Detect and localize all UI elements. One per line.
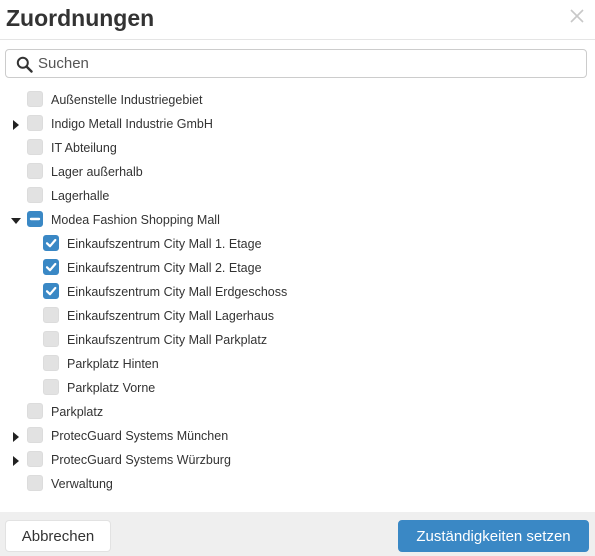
tree-item-label: ProtecGuard Systems Würzburg [51,453,231,467]
assignments-dialog: Zuordnungen Außenstelle Industriegebiet I… [0,0,595,556]
tree-item-label: Außenstelle Industriegebiet [51,93,203,107]
tree-item-label: Einkaufszentrum City Mall Parkplatz [67,333,268,347]
tree-item-label: Parkplatz Hinten [67,357,159,371]
checkbox-unchecked[interactable] [27,163,43,179]
tree-item[interactable]: Einkaufszentrum City Mall 1. Etage [0,232,560,256]
checkbox-checked[interactable] [43,259,59,275]
tree-item[interactable]: Indigo Metall Industrie GmbH [0,112,560,136]
tree-item[interactable]: ProtecGuard Systems Würzburg [0,448,560,472]
tree-item[interactable]: Außenstelle Industriegebiet [0,88,560,112]
tree-item-label: Parkplatz Vorne [67,381,156,395]
dialog-header: Zuordnungen [0,0,595,40]
search-input[interactable] [38,52,578,75]
tree-item[interactable]: Parkplatz [0,400,560,424]
tree-item[interactable]: Lagerhalle [0,184,560,208]
caret-right-icon[interactable] [11,118,21,130]
cancel-button[interactable]: Abbrechen [5,520,111,552]
caret-right-icon[interactable] [11,430,21,442]
tree-item-label: Einkaufszentrum City Mall 1. Etage [67,237,262,251]
caret-right-icon[interactable] [11,454,21,466]
tree-item-label: Lager außerhalb [51,165,143,179]
checkbox-partial[interactable] [27,211,43,227]
checkbox-unchecked[interactable] [43,355,59,371]
tree-item[interactable]: Einkaufszentrum City Mall Parkplatz [0,328,560,352]
tree-item-label: Lagerhalle [51,189,110,203]
tree-item[interactable]: Einkaufszentrum City Mall Lagerhaus [0,304,560,328]
tree-item[interactable]: IT Abteilung [0,136,560,160]
search-icon [16,56,33,73]
checkbox-unchecked[interactable] [27,187,43,203]
checkbox-checked[interactable] [43,283,59,299]
tree-item-label: Einkaufszentrum City Mall Erdgeschoss [67,285,288,299]
tree-item-label: Indigo Metall Industrie GmbH [51,117,213,131]
tree-item-label: Einkaufszentrum City Mall 2. Etage [67,261,262,275]
tree-item[interactable]: ProtecGuard Systems München [0,424,560,448]
checkbox-unchecked[interactable] [27,403,43,419]
tree-item[interactable]: Einkaufszentrum City Mall Erdgeschoss [0,280,560,304]
checkbox-unchecked[interactable] [27,451,43,467]
caret-down-icon[interactable] [11,214,21,226]
dialog-footer: Abbrechen Zuständigkeiten setzen [0,512,595,556]
checkbox-checked[interactable] [43,235,59,251]
tree-item[interactable]: Einkaufszentrum City Mall 2. Etage [0,256,560,280]
set-responsibilities-button[interactable]: Zuständigkeiten setzen [398,520,589,552]
search-box[interactable] [5,49,587,78]
dialog-title: Zuordnungen [6,5,155,31]
tree-item-label: Einkaufszentrum City Mall Lagerhaus [67,309,275,323]
checkbox-unchecked[interactable] [43,331,59,347]
checkbox-unchecked[interactable] [27,139,43,155]
checkbox-unchecked[interactable] [27,115,43,131]
checkbox-unchecked[interactable] [43,379,59,395]
checkbox-unchecked[interactable] [43,307,59,323]
tree-item[interactable]: Verwaltung [0,472,560,496]
tree-item-label: Modea Fashion Shopping Mall [51,213,220,227]
tree-item-label: Verwaltung [51,477,113,491]
tree-item[interactable]: Parkplatz Vorne [0,376,560,400]
tree-item[interactable]: Parkplatz Hinten [0,352,560,376]
tree-item-label: ProtecGuard Systems München [51,429,229,443]
tree-item[interactable]: Modea Fashion Shopping Mall [0,208,560,232]
tree-item-label: Parkplatz [51,405,104,419]
tree-item[interactable]: Lager außerhalb [0,160,560,184]
close-icon[interactable] [567,6,587,26]
checkbox-unchecked[interactable] [27,91,43,107]
checkbox-unchecked[interactable] [27,427,43,443]
tree-item-label: IT Abteilung [51,141,117,155]
checkbox-unchecked[interactable] [27,475,43,491]
